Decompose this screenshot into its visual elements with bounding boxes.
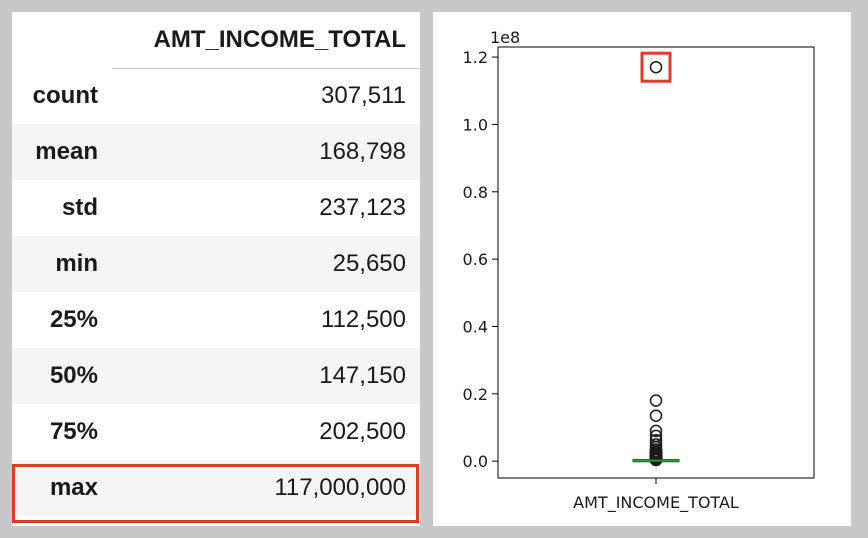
table-row: 75% 202,500 <box>12 404 420 460</box>
row-value: 117,000,000 <box>274 474 406 501</box>
row-value: 147,150 <box>319 362 406 389</box>
y-tick-label: 0.8 <box>463 183 488 202</box>
row-value: 307,511 <box>321 82 406 110</box>
index-header <box>12 12 112 68</box>
table-row: count 307,511 <box>12 68 420 124</box>
max-outlier-highlight-box <box>640 51 672 83</box>
outlier-point <box>649 60 663 74</box>
plot-area-frame <box>497 46 815 479</box>
y-tick-label: 0.6 <box>463 250 488 269</box>
y-tick-label: 0.2 <box>463 385 488 404</box>
row-value: 202,500 <box>319 418 406 445</box>
row-label: min <box>55 250 98 277</box>
table-row: std 237,123 <box>12 180 420 236</box>
describe-table: AMT_INCOME_TOTAL count 307,511 mean 168,… <box>12 12 420 516</box>
boxplot-panel: 0.0 0.2 0.4 0.6 0.8 1.0 1.2 1e8 AMT_INCOME_TOT… <box>433 12 851 526</box>
row-label: mean <box>35 138 98 165</box>
row-label: max <box>49 474 98 501</box>
y-tick-label: 0.4 <box>463 317 488 336</box>
describe-table-panel: AMT_INCOME_TOTAL count 307,511 mean 168,… <box>12 12 420 526</box>
row-label: 25% <box>49 306 98 333</box>
row-label: std <box>62 194 98 221</box>
outlier-point <box>649 409 663 422</box>
boxplot-chart: 0.0 0.2 0.4 0.6 0.8 1.0 1.2 1e8 AMT_INCOME_TOT… <box>463 28 815 513</box>
column-header: AMT_INCOME_TOTAL <box>112 12 420 69</box>
outlier-point <box>649 394 663 407</box>
table-row-max: max 117,000,000 <box>12 460 420 516</box>
row-value: 237,123 <box>319 194 406 221</box>
y-scale-label: 1e8 <box>490 28 520 47</box>
table-row: 50% 147,150 <box>12 348 420 404</box>
row-value: 168,798 <box>319 138 406 165</box>
row-label: 50% <box>49 362 98 389</box>
table-row: min 25,650 <box>12 236 420 292</box>
row-label: count <box>32 82 98 109</box>
y-tick-label: 1.0 <box>463 115 488 134</box>
row-value: 25,650 <box>332 250 406 277</box>
table-header-row: AMT_INCOME_TOTAL <box>12 12 420 69</box>
row-value: 112,500 <box>321 306 406 333</box>
table-row: 25% 112,500 <box>12 292 420 348</box>
row-label: 75% <box>49 418 98 445</box>
table-row: mean 168,798 <box>12 124 420 180</box>
y-tick-label: 1.2 <box>463 48 488 67</box>
y-tick-label: 0.0 <box>463 452 488 471</box>
x-tick-label: AMT_INCOME_TOTAL <box>573 493 739 513</box>
